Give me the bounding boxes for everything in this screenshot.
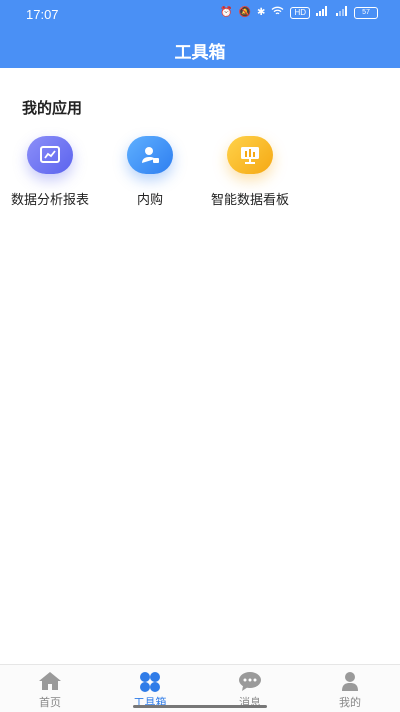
app-in-app-purchase[interactable]: 内购 xyxy=(100,136,200,216)
status-icons: ⏰ 🔕 ✱ HD 57 xyxy=(220,6,378,20)
home-icon xyxy=(39,672,61,690)
status-bar: 17:07 ⏰ 🔕 ✱ HD 57 xyxy=(0,0,400,28)
page-title: 工具箱 xyxy=(174,43,226,63)
tab-profile[interactable]: 我的 xyxy=(300,665,400,712)
bluetooth-icon: ✱ xyxy=(257,7,266,18)
app-data-analysis-report[interactable]: 数据分析报表 xyxy=(0,136,100,216)
tab-label: 我的 xyxy=(339,696,361,709)
header: 工具箱 xyxy=(0,28,400,68)
tab-label: 首页 xyxy=(39,696,61,709)
wifi-icon xyxy=(271,6,284,20)
hd-icon: HD xyxy=(290,7,310,19)
signal-icon xyxy=(316,6,330,20)
alarm-icon: ⏰ xyxy=(220,7,233,18)
profile-icon xyxy=(342,672,358,691)
section-title: 我的应用 xyxy=(22,99,83,117)
status-time: 17:07 xyxy=(26,7,59,22)
app-label: 智能数据看板 xyxy=(210,193,289,208)
dashboard-screen-icon xyxy=(227,136,273,174)
home-indicator xyxy=(133,705,267,708)
app-grid: 数据分析报表 内购 智能数据看板 xyxy=(0,136,400,216)
toolbox-icon xyxy=(140,672,160,692)
app-smart-dashboard[interactable]: 智能数据看板 xyxy=(200,136,300,216)
message-icon xyxy=(239,672,261,691)
chart-report-icon xyxy=(27,136,73,174)
battery-icon: 57 xyxy=(354,7,378,19)
user-purchase-icon xyxy=(127,136,173,174)
mute-icon: 🔕 xyxy=(238,7,252,18)
tab-home[interactable]: 首页 xyxy=(0,665,100,712)
signal-icon-2 xyxy=(336,6,348,20)
